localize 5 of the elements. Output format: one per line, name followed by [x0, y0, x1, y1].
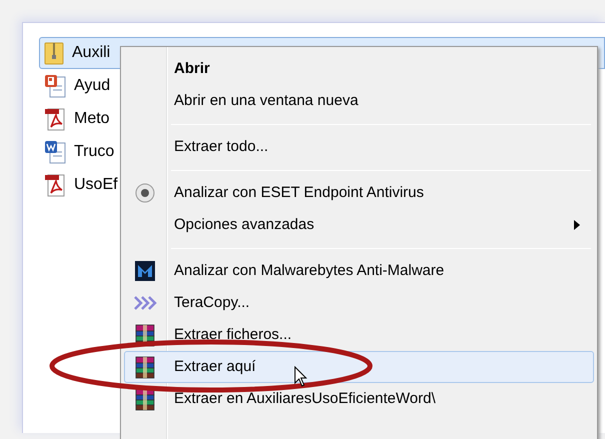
file-name: Truco — [74, 142, 114, 162]
file-name: Auxili — [72, 43, 110, 63]
file-name: UsoEf — [74, 175, 118, 195]
file-name: Meto — [74, 109, 110, 129]
file-name: Ayud — [74, 76, 110, 96]
